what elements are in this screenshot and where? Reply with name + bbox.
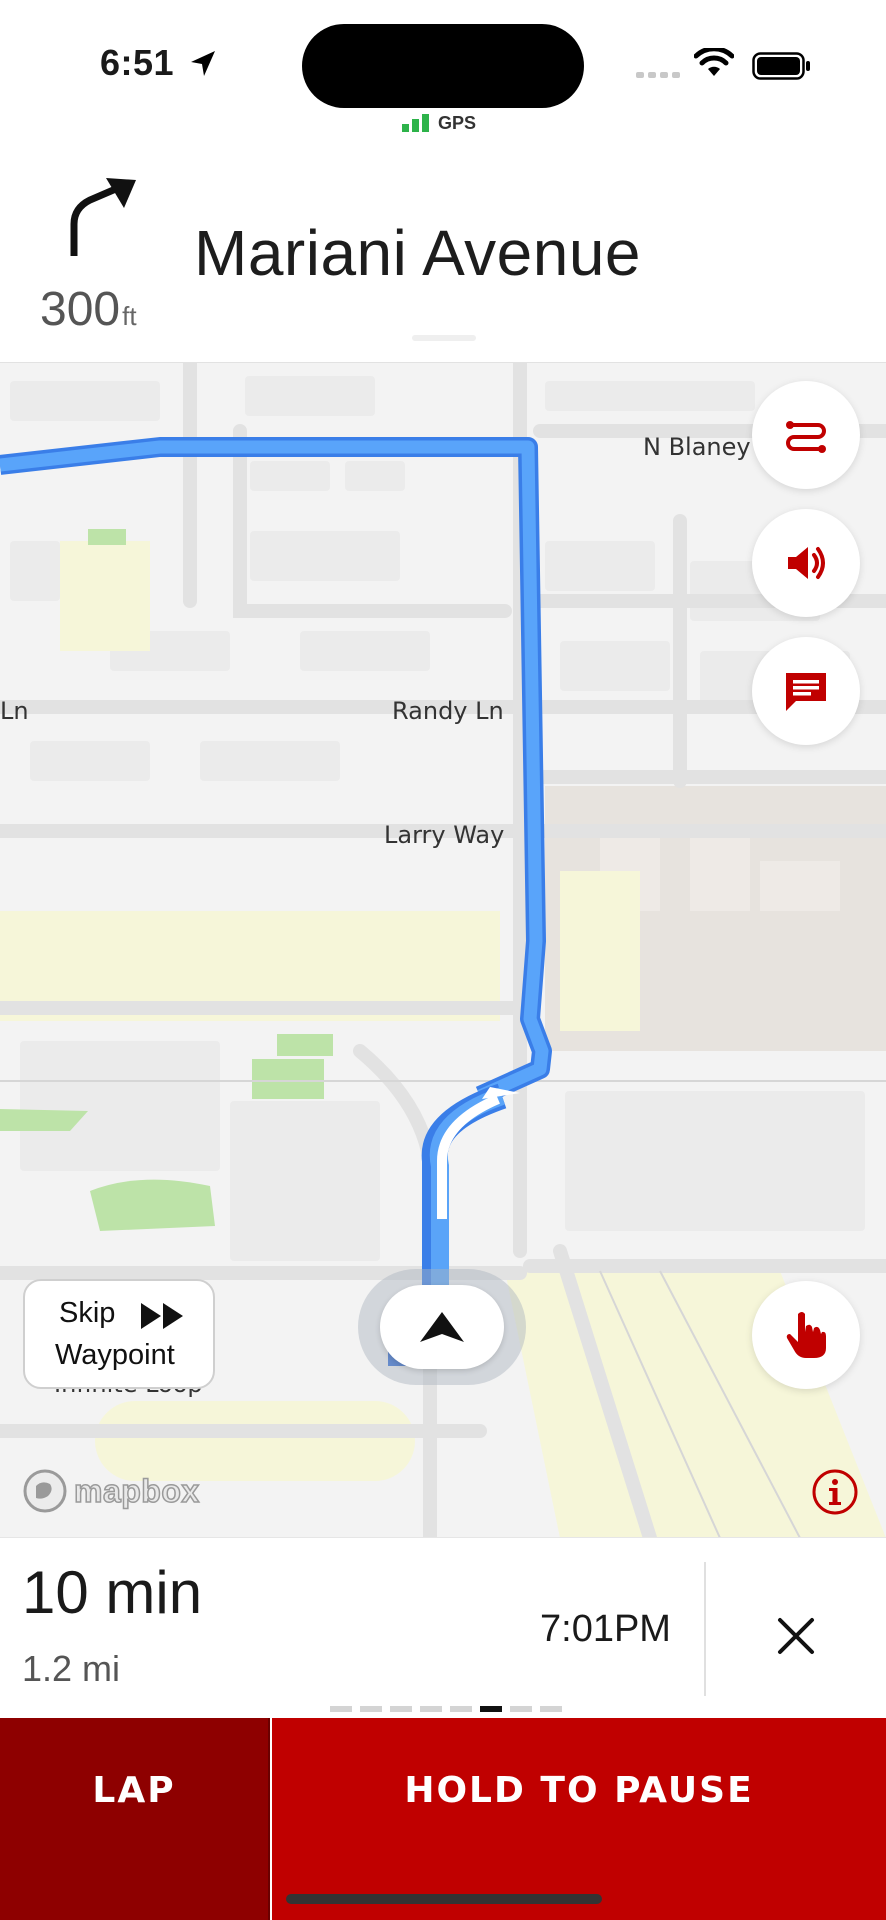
wifi-icon	[694, 48, 734, 76]
navigation-puck[interactable]	[380, 1285, 504, 1369]
page-indicator	[330, 1706, 562, 1712]
instruction-banner[interactable]: 300ft Mariani Avenue	[0, 140, 886, 362]
map-view[interactable]: N Blaney Ln Randy Ln Larry Way Infinite …	[0, 362, 886, 1537]
navigation-arrow-icon	[420, 1312, 464, 1342]
remaining-duration: 10 min	[22, 1559, 203, 1626]
page-dot	[510, 1706, 532, 1712]
street-name: Mariani Avenue	[194, 217, 641, 289]
remaining-distance: 1.2 mi	[22, 1648, 121, 1689]
status-time: 6:51	[100, 42, 175, 83]
battery-icon	[752, 52, 810, 80]
street-label-ln: Ln	[0, 697, 29, 725]
feedback-icon	[786, 673, 826, 711]
distance-value: 300	[40, 283, 121, 336]
summary-divider	[704, 1562, 706, 1696]
page-dot	[450, 1706, 472, 1712]
turn-right-icon	[70, 178, 136, 256]
volume-icon	[788, 547, 825, 579]
route-overview-icon	[786, 421, 826, 453]
page-dot-active	[480, 1706, 502, 1712]
skip-label: Skip	[59, 1297, 116, 1329]
home-indicator[interactable]	[286, 1894, 602, 1904]
skip-waypoint-button[interactable]: Skip Waypoint	[23, 1279, 215, 1389]
cellular-icon	[636, 72, 680, 78]
volume-button[interactable]	[752, 509, 860, 617]
dynamic-island	[302, 24, 584, 108]
recenter-gesture-button[interactable]	[752, 1281, 860, 1389]
page-dot	[540, 1706, 562, 1712]
gps-indicator: GPS	[402, 110, 476, 132]
page-dot	[420, 1706, 442, 1712]
info-icon[interactable]	[810, 1467, 860, 1517]
street-label-larry-way: Larry Way	[384, 821, 505, 849]
mapbox-attribution[interactable]: mapbox	[22, 1467, 200, 1515]
page-dot	[330, 1706, 352, 1712]
street-label-randy-ln: Randy Ln	[392, 697, 504, 725]
location-arrow-icon	[191, 51, 215, 76]
distance-unit: ft	[122, 301, 137, 331]
arrival-time: 7:01PM	[540, 1608, 671, 1650]
mapbox-wordmark: mapbox	[73, 1472, 200, 1510]
feedback-button[interactable]	[752, 637, 860, 745]
maneuver-distance: 300ft	[40, 282, 137, 337]
status-bar: 6:51 GPS	[0, 0, 886, 140]
trip-summary[interactable]: 10 min 1.2 mi 7:01PM	[0, 1537, 886, 1717]
gps-label: GPS	[438, 113, 477, 133]
mapbox-logo-icon	[23, 1469, 67, 1513]
street-label-n-blaney: N Blaney	[643, 433, 751, 461]
page-dot	[390, 1706, 412, 1712]
fast-forward-icon	[141, 1303, 183, 1329]
banner-grabber[interactable]	[412, 335, 476, 341]
waypoint-label: Waypoint	[55, 1339, 175, 1371]
page-dot	[360, 1706, 382, 1712]
hold-to-pause-button[interactable]: HOLD TO PAUSE	[272, 1718, 886, 1920]
close-icon[interactable]	[768, 1608, 824, 1664]
route-overview-button[interactable]	[752, 381, 860, 489]
lap-button[interactable]: LAP	[0, 1718, 270, 1920]
hand-pointer-icon	[786, 1312, 826, 1358]
lap-label: LAP	[92, 1770, 176, 1811]
